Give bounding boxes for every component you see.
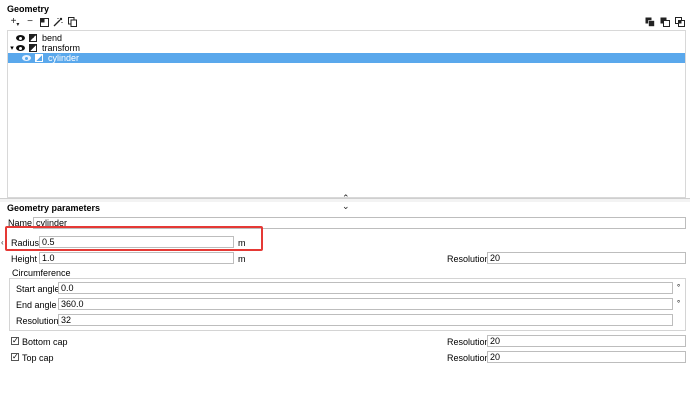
tree-item-label: transform	[42, 43, 81, 53]
top-cap-checkbox[interactable]: ✓	[11, 353, 19, 361]
height-resolution-field[interactable]: 20	[487, 252, 686, 264]
tree-item-label: bend	[42, 33, 63, 43]
eye-icon[interactable]	[16, 45, 25, 51]
start-angle-label: Start angle	[16, 284, 60, 294]
difference-icon[interactable]	[660, 17, 670, 27]
top-cap-label: Top cap	[22, 353, 54, 363]
tree-item-cylinder[interactable]: cylinder	[8, 53, 685, 63]
geometry-panel-title: Geometry	[7, 4, 50, 14]
tree-item-label: cylinder	[48, 53, 80, 63]
end-angle-label: End angle	[16, 300, 57, 310]
node-icon	[29, 44, 37, 52]
circumference-resolution-field[interactable]: 32	[58, 314, 673, 326]
chevron-down-icon[interactable]: ▾	[8, 44, 16, 52]
radius-highlight-annotation	[5, 226, 263, 251]
params-panel-title: Geometry parameters	[7, 203, 101, 213]
end-angle-unit: °	[677, 299, 681, 308]
top-cap-resolution-field[interactable]: 20	[487, 351, 686, 363]
height-field[interactable]: 1.0	[39, 252, 234, 264]
height-resolution-label: Resolution	[447, 254, 490, 264]
node-icon	[35, 54, 43, 62]
bottom-cap-label: Bottom cap	[22, 337, 68, 347]
tree-item-bend[interactable]: bend	[8, 33, 685, 43]
magic-wand-icon[interactable]	[53, 17, 63, 27]
transform-icon[interactable]	[39, 17, 49, 27]
start-angle-unit: °	[677, 283, 681, 292]
eye-icon[interactable]	[16, 35, 25, 41]
union-icon[interactable]	[645, 17, 655, 27]
bottom-cap-resolution-label: Resolution	[447, 337, 490, 347]
height-unit: m	[238, 254, 246, 264]
collapse-handle-icon[interactable]: ⌃ ⌄	[342, 194, 350, 211]
circumference-resolution-label: Resolution	[16, 316, 59, 326]
bottom-cap-checkbox[interactable]: ✓	[11, 337, 19, 345]
top-cap-resolution-label: Resolution	[447, 353, 490, 363]
height-label: Height	[11, 254, 38, 264]
left-edge-arrow-icon[interactable]: ‹	[1, 238, 4, 247]
intersection-icon[interactable]	[675, 17, 685, 27]
node-icon	[29, 34, 37, 42]
add-icon[interactable]: + ▾	[10, 17, 20, 28]
geometry-tree[interactable]: bend ▾ transform cylinder	[7, 30, 686, 198]
eye-icon[interactable]	[22, 55, 31, 61]
circumference-label: Circumference	[12, 268, 71, 278]
start-angle-field[interactable]: 0.0	[58, 282, 673, 294]
tree-item-transform[interactable]: ▾ transform	[8, 43, 685, 53]
remove-icon[interactable]: −	[25, 17, 35, 27]
bottom-cap-resolution-field[interactable]: 20	[487, 335, 686, 347]
copy-icon[interactable]	[67, 17, 77, 27]
end-angle-field[interactable]: 360.0	[58, 298, 673, 310]
